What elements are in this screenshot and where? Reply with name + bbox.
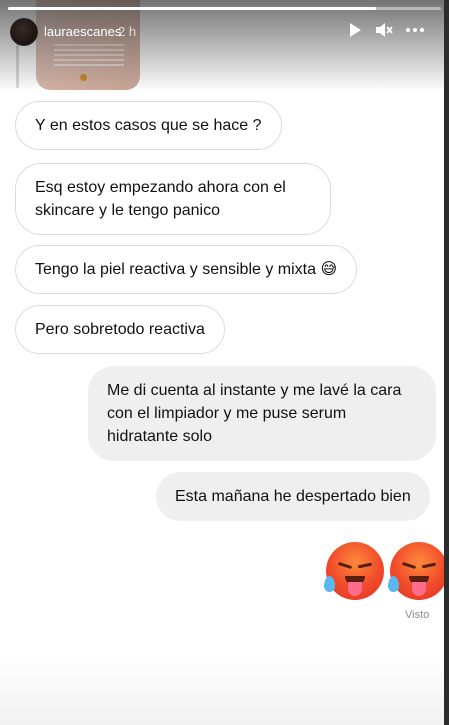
incoming-message: Y en estos casos que se hace ? — [15, 101, 282, 150]
hot-face-emoji — [388, 542, 448, 600]
story-frame: lauraescanes 2 h Y en estos casos que se… — [0, 0, 449, 725]
story-progress-fill — [8, 7, 377, 10]
seen-status: Visto — [405, 609, 430, 621]
more-icon[interactable] — [405, 22, 425, 42]
hot-face-emoji — [324, 542, 384, 600]
username[interactable]: lauraescanes — [44, 24, 121, 39]
outgoing-message: Esta mañana he despertado bien — [156, 472, 430, 521]
header-overlay — [0, 0, 449, 92]
incoming-message: Tengo la piel reactiva y sensible y mixt… — [15, 245, 358, 294]
avatar[interactable] — [10, 18, 38, 46]
incoming-message: Esq estoy empezando ahora con el skincar… — [15, 163, 331, 235]
story-progress-bar — [8, 7, 441, 10]
mute-icon[interactable] — [375, 22, 393, 42]
outgoing-message: Me di cuenta al instante y me lavé la ca… — [88, 366, 436, 461]
incoming-message: Pero sobretodo reactiva — [15, 305, 225, 354]
play-icon[interactable] — [348, 22, 362, 42]
bottom-fade — [0, 655, 449, 725]
time-ago: 2 h — [118, 24, 137, 39]
scrollbar-edge — [444, 0, 449, 725]
